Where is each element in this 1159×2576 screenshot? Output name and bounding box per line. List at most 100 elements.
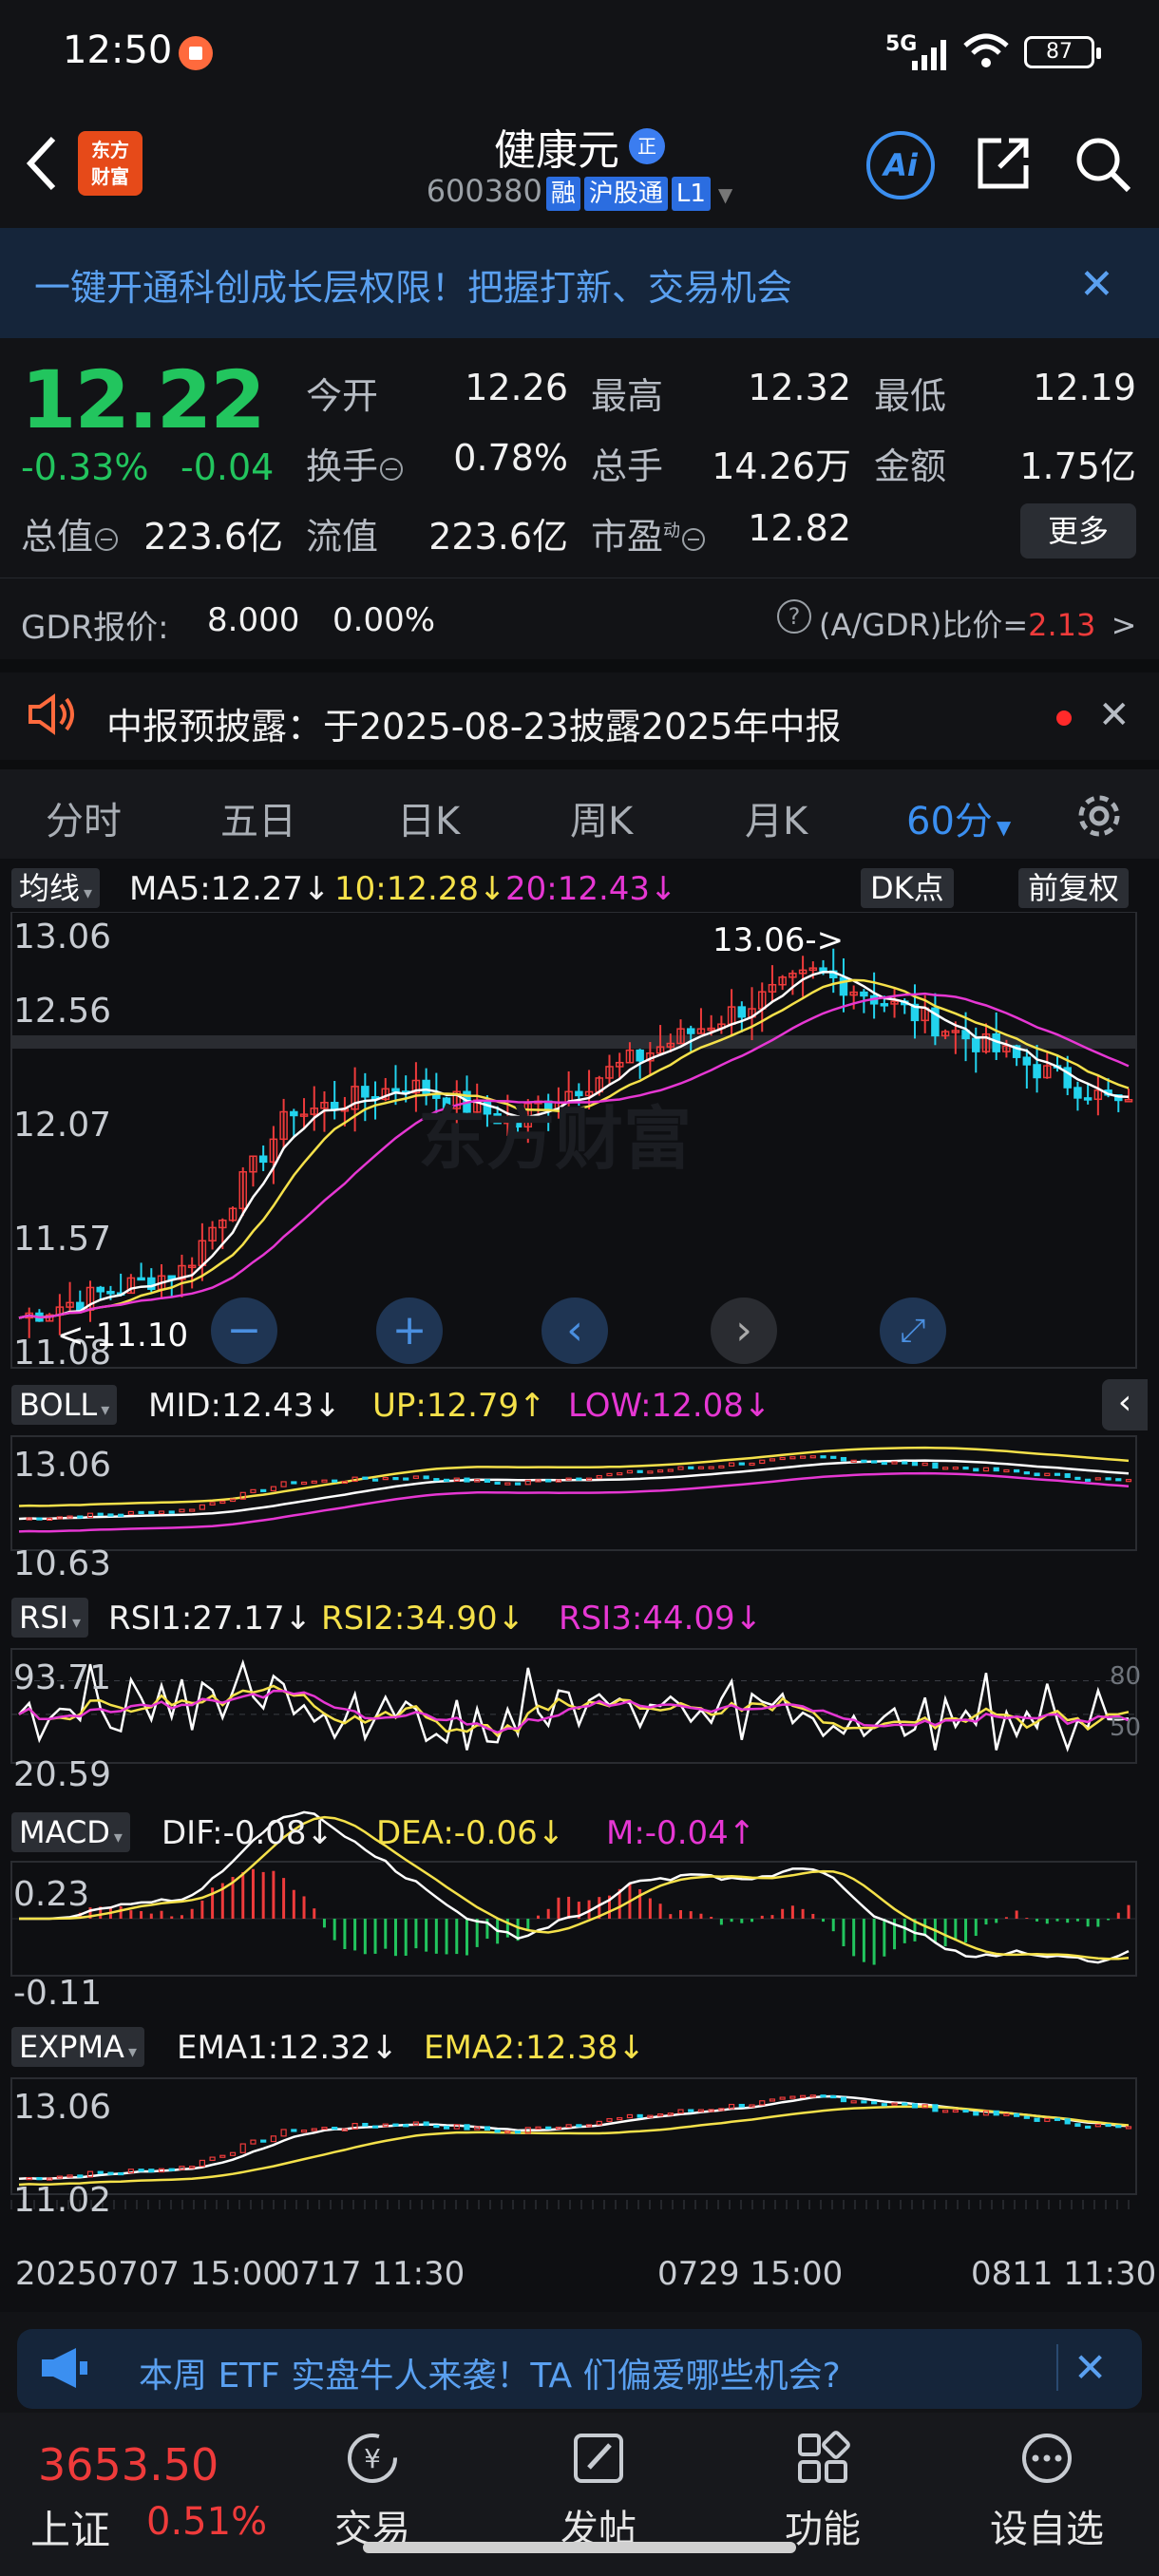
- share-icon[interactable]: [973, 133, 1034, 194]
- boll-candle: [677, 1466, 684, 1470]
- search-icon[interactable]: [1072, 133, 1132, 194]
- ema2-line: [18, 2105, 1130, 2187]
- expma-candle: [494, 2129, 501, 2133]
- expma-candle: [148, 2169, 155, 2173]
- expma-candle: [321, 2127, 328, 2131]
- float-value: 223.6亿: [428, 516, 568, 558]
- expma-selector[interactable]: EXPMA: [11, 2027, 144, 2067]
- turnover-value: 0.78%: [453, 437, 568, 479]
- info-icon[interactable]: [380, 457, 404, 481]
- nav-functions[interactable]: 功能: [747, 2430, 899, 2553]
- kline-chart-area[interactable]: 均线 MA5:12.27↓ 10:12.28↓ 20:12.43↓ DK点 前复…: [0, 859, 1159, 2312]
- boll-candle: [636, 1469, 643, 1473]
- speaker-icon: [28, 693, 74, 735]
- boll-low-legend: LOW:12.08↓: [568, 1387, 771, 1425]
- mktcap-label: 总值: [21, 507, 119, 559]
- tab-intraday[interactable]: 分时: [46, 790, 122, 845]
- ad-text[interactable]: 本周 ETF 实盘牛人来袭！TA 们偏爱哪些机会?: [139, 2348, 841, 2397]
- nav-trade[interactable]: ¥ 交易: [296, 2430, 448, 2553]
- boll-candle: [291, 1481, 297, 1485]
- edit-icon: [574, 2434, 623, 2483]
- more-button[interactable]: 更多: [1020, 503, 1136, 559]
- boll-candle: [1054, 1472, 1061, 1476]
- ai-icon[interactable]: Ai: [866, 131, 935, 199]
- ma-selector[interactable]: 均线: [11, 868, 101, 908]
- close-icon[interactable]: ✕: [1098, 693, 1130, 737]
- expma-axis-label: 13.06: [13, 2088, 112, 2127]
- rsi1-legend: RSI1:27.17↓: [108, 1600, 313, 1638]
- boll-candle: [300, 1481, 308, 1486]
- candle-body: [737, 1006, 747, 1018]
- info-icon[interactable]: [682, 527, 706, 551]
- boll-candle: [545, 1479, 552, 1483]
- boll-candle: [728, 1462, 735, 1467]
- nav-post[interactable]: 发帖: [522, 2430, 674, 2553]
- nav-add-watchlist[interactable]: 设自选: [971, 2430, 1123, 2553]
- zoom-out-icon[interactable]: −: [211, 1297, 277, 1364]
- notice-text[interactable]: 中报预披露：于2025-08-23披露2025年中报: [106, 697, 842, 749]
- close-icon[interactable]: ✕: [1079, 260, 1114, 309]
- boll-candle: [1064, 1473, 1071, 1478]
- expma-candle: [830, 2094, 837, 2099]
- fullscreen-icon[interactable]: ⤢: [880, 1297, 946, 1364]
- tab-five-day[interactable]: 五日: [220, 790, 296, 845]
- banner-text[interactable]: 一键开通科创成长层权限！把握打新、交易机会: [34, 258, 792, 311]
- dropdown-icon[interactable]: ▼: [718, 183, 732, 206]
- boll-candle: [800, 1455, 807, 1459]
- notice-bar[interactable]: 中报预披露：于2025-08-23披露2025年中报 ✕: [0, 659, 1159, 754]
- expma-candle: [993, 2110, 999, 2116]
- expma-candle: [392, 2123, 399, 2127]
- rsi-selector[interactable]: RSI: [11, 1598, 89, 1638]
- expma-candle: [789, 2095, 796, 2099]
- index-value[interactable]: 3653.50: [38, 2439, 218, 2491]
- index-pct[interactable]: 0.51%: [146, 2500, 267, 2544]
- boll-candle: [576, 1477, 582, 1481]
- tab-monthly-k[interactable]: 月K: [745, 790, 808, 845]
- boll-candle: [830, 1455, 837, 1459]
- boll-candle: [229, 1498, 237, 1503]
- ad-banner[interactable]: 本周 ETF 实盘牛人来袭！TA 们偏爱哪些机会? ✕: [17, 2329, 1142, 2409]
- tab-weekly-k[interactable]: 周K: [570, 790, 633, 845]
- zoom-in-icon[interactable]: +: [376, 1297, 443, 1364]
- dk-point-button[interactable]: DK点: [861, 868, 954, 908]
- expma-candle: [1125, 2126, 1132, 2130]
- boll-candle: [840, 1456, 847, 1462]
- boll-selector[interactable]: BOLL: [11, 1385, 118, 1425]
- settings-icon[interactable]: [1072, 788, 1127, 843]
- expma-candle: [688, 2109, 694, 2112]
- svg-text:¥: ¥: [364, 2443, 381, 2474]
- boll-candle: [311, 1480, 317, 1484]
- expma-candle: [962, 2109, 969, 2113]
- pan-right-icon[interactable]: ›: [711, 1297, 777, 1364]
- open-value: 12.26: [465, 367, 568, 408]
- tab-60min[interactable]: 60分 ▼: [906, 790, 1011, 845]
- boll-mid-line: [18, 1459, 1130, 1521]
- boll-candle: [911, 1462, 919, 1467]
- boll-candle: [759, 1459, 766, 1465]
- date-label: 0717 11:30: [279, 2255, 466, 2293]
- info-icon[interactable]: [95, 527, 119, 551]
- collapse-panel-icon[interactable]: ‹: [1102, 1379, 1148, 1430]
- boll-candle: [260, 1488, 267, 1492]
- boll-candle: [97, 1512, 104, 1516]
- help-icon[interactable]: ?: [777, 599, 811, 634]
- expma-candle: [738, 2103, 745, 2108]
- promo-banner[interactable]: 一键开通科创成长层权限！把握打新、交易机会 ✕: [0, 228, 1159, 338]
- float-label: 流值: [306, 516, 379, 558]
- expma-candle: [423, 2121, 429, 2127]
- boll-candle: [697, 1466, 705, 1469]
- index-name[interactable]: 上证: [30, 2498, 110, 2556]
- expma-candle: [973, 2111, 979, 2116]
- high-marker: 13.06->: [712, 921, 845, 959]
- adjust-button[interactable]: 前复权: [1018, 868, 1130, 908]
- close-icon[interactable]: ✕: [1056, 2344, 1107, 2391]
- macd-selector[interactable]: MACD: [11, 1812, 130, 1852]
- expma-candle: [759, 2100, 766, 2106]
- boll-candle: [77, 1515, 84, 1519]
- boll-candle: [127, 1510, 134, 1515]
- tab-daily-k[interactable]: 日K: [397, 790, 460, 845]
- gdr-ratio[interactable]: (A/GDR)比价=2.13 >: [819, 601, 1136, 645]
- ema2-legend: EMA2:12.38↓: [424, 2029, 645, 2067]
- pan-left-icon[interactable]: ‹: [542, 1297, 608, 1364]
- candle-body: [96, 1286, 104, 1293]
